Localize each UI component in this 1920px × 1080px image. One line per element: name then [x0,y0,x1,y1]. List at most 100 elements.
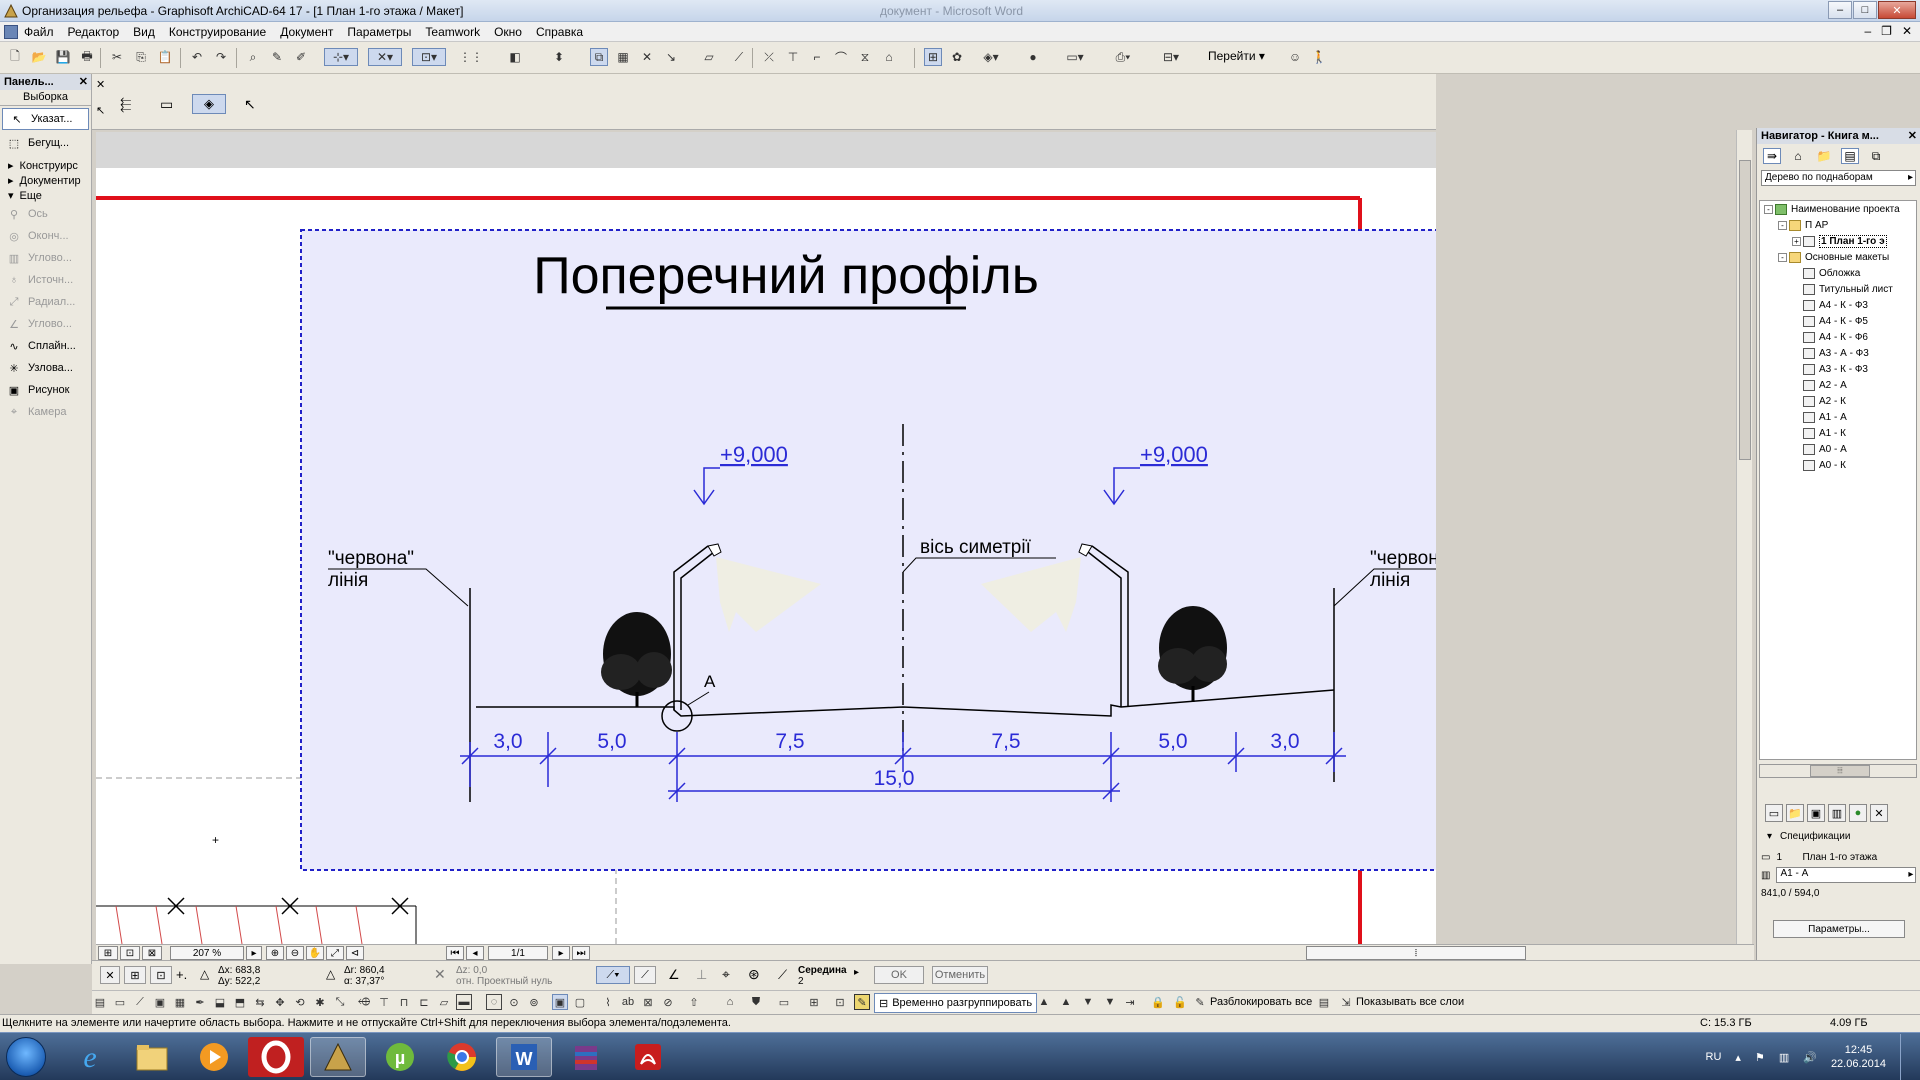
close-icon[interactable]: ✕ [96,78,105,91]
speaker-icon[interactable]: 🔊 [1803,1051,1817,1064]
publisher-sets-icon[interactable]: ⧉ [1867,148,1885,164]
magic-snap-icon[interactable]: ⊛ [748,966,760,983]
layout-book-icon[interactable]: ▤ [1841,148,1859,164]
snap-label[interactable]: Середина [798,965,847,976]
tree-item[interactable]: - Наименование проекта [1760,201,1916,217]
zoom-dropdown-icon[interactable]: ▸ [246,946,262,960]
collapse-icon[interactable]: - [1778,220,1787,230]
render-icon[interactable]: ✿ [948,48,966,66]
undo-icon[interactable]: ↶ [188,48,206,66]
tool-radial-dimension[interactable]: ⤢ Радиал... [0,291,91,313]
file-explorer-icon[interactable] [124,1037,180,1077]
tree-item[interactable]: А4 - К - Ф6 [1760,329,1916,345]
offset-icon[interactable]: ⧖ [856,48,874,66]
temp-ungroup-button[interactable]: ⊟ Временно разгруппировать [874,993,1038,1013]
maximize-button[interactable]: □ [1853,1,1877,19]
magnet-icon[interactable]: ▣ [552,994,568,1010]
pan-icon[interactable]: ✋ [306,946,324,960]
lock-icon[interactable]: 🔒 [1150,994,1166,1010]
document-icon[interactable] [4,25,18,39]
layers-icon[interactable]: ▤ [1316,994,1332,1010]
walk-icon[interactable]: ☺ [1286,48,1304,66]
snap-value[interactable]: 2 [798,976,804,987]
chrome-icon[interactable] [434,1037,490,1077]
publisher-icon[interactable]: ⇛ [1763,148,1781,164]
previous-zoom-icon[interactable]: ⊲ [346,946,364,960]
arrow-up-icon[interactable]: ⇧ [686,994,702,1010]
coord-dr[interactable]: Δr: 860,4 [344,965,385,976]
unlock-all-label[interactable]: Разблокировать все [1210,996,1312,1008]
tool-pointer[interactable]: ↖ Указат... [2,108,89,130]
reset-order-icon[interactable]: ⇥ [1122,994,1138,1010]
send-back-icon[interactable]: ▼ [1080,994,1096,1010]
zoom-window-icon[interactable]: ⊡ [120,946,140,960]
zoom-in-icon[interactable]: ⊕ [266,946,284,960]
page-field[interactable]: 1/1 [488,946,548,960]
curtain-icon[interactable]: ▬ [456,994,472,1010]
new-subset-icon[interactable]: ▣ [1807,804,1825,822]
vertices-icon[interactable]: ⊚ [526,994,542,1010]
layers-icon[interactable]: ◧ [506,48,524,66]
find-select-icon[interactable]: ⌕ [244,48,262,66]
relative-construct-icon[interactable]: ⊡ [150,966,172,984]
rotate-icon[interactable]: ⟲ [292,994,308,1010]
section-documentation[interactable]: ▸ Документир [0,173,91,188]
view-2d-icon[interactable]: ⊞ [924,48,942,66]
vertical-scrollbar[interactable] [1736,130,1752,944]
wall-icon[interactable]: ▭ [112,994,128,1010]
tree-item[interactable]: А0 - А [1760,441,1916,457]
mirror-icon[interactable]: ⇆ [252,994,268,1010]
delete-icon[interactable]: ✕ [1870,804,1888,822]
layout-icon[interactable]: ▭▾ [1060,48,1090,66]
guide-lines-icon[interactable]: ✕▾ [368,48,402,66]
3d-view-icon[interactable]: ◈▾ [976,48,1006,66]
mdi-restore-icon[interactable]: ❐ [1881,24,1892,38]
resize-icon[interactable]: ⤡ [332,994,348,1010]
archicad-taskbar-icon[interactable] [310,1037,366,1077]
drag-icon[interactable]: ✥ [272,994,288,1010]
horizontal-scrollbar-thumb[interactable]: ⦙ [1306,946,1526,960]
adjust-icon[interactable]: ⊏ [416,994,432,1010]
unlock-all-icon[interactable]: ✎ [1192,994,1208,1010]
snap-menu-icon[interactable]: ▸ [854,967,859,978]
grid-icon[interactable]: ⋮⋮ [459,48,483,66]
specifications-header[interactable]: ▾ Спецификации [1757,828,1920,844]
tray-arrow-icon[interactable]: ▴ [1735,1051,1741,1064]
navigator-tree-dropdown[interactable]: Дерево по поднаборам ▸ [1761,170,1916,186]
menu-options[interactable]: Параметры [347,25,411,39]
drag-icon[interactable]: ↘ [662,48,680,66]
flag-icon[interactable]: ⚑ [1755,1051,1765,1064]
tree-item[interactable]: +1 План 1-го э [1760,233,1916,249]
perpendicular-icon[interactable]: ⊥ [696,967,707,983]
rotated-rect-select-icon[interactable]: ◈ [192,94,226,114]
parameters-button[interactable]: Параметры... [1773,920,1905,938]
special-snap-icon[interactable]: ⌖ [722,966,730,983]
group-select-icon[interactable]: ⊡ [832,994,848,1010]
winrar-icon[interactable] [558,1037,614,1077]
collapse-icon[interactable]: - [1778,252,1787,262]
start-button[interactable] [6,1037,46,1077]
grid-snap-icon[interactable]: ⊹▾ [324,48,358,66]
table-icon[interactable]: ▦ [614,48,632,66]
fit-in-window-icon[interactable]: ⤢ [326,946,344,960]
new-file-icon[interactable]: 🗋 [6,48,24,66]
polygon-select-icon[interactable]: ⬱ [120,96,131,113]
stretch-icon[interactable]: ⬲ [356,994,372,1010]
publish-icon[interactable]: ⎙▾ [1108,48,1138,66]
redo-icon[interactable]: ↷ [212,48,230,66]
coord-dz[interactable]: Δz: 0,0 [456,965,487,976]
ok-button[interactable]: OK [874,966,924,984]
inject-icon[interactable]: ✐ [292,48,310,66]
menu-design[interactable]: Конструирование [169,25,266,39]
menu-edit[interactable]: Редактор [68,25,120,39]
card-icon[interactable]: ▭ [776,994,792,1010]
master-layout-icon[interactable]: ▥ [1828,804,1846,822]
collapse-icon[interactable]: - [1764,204,1773,214]
fillet-icon[interactable]: ▱ [436,994,452,1010]
walker-icon[interactable]: 🚶 [1310,48,1328,66]
close-icon[interactable]: ✕ [100,966,120,984]
group-icon[interactable]: ⊠ [640,994,656,1010]
zoom-out-icon[interactable]: ⊖ [286,946,304,960]
show-desktop-button[interactable] [1900,1034,1912,1080]
align-icon[interactable]: ▤ [92,994,108,1010]
